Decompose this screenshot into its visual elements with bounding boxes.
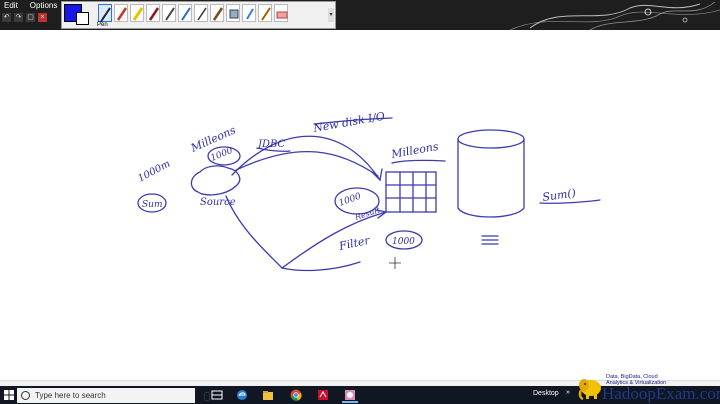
label-result: Result [353,205,382,222]
table-grid-lines [385,171,437,213]
arrow-lower [281,211,387,269]
result-table [385,171,437,213]
search-icon [21,391,30,400]
database-body [457,138,525,218]
edge-icon[interactable] [236,389,248,401]
toolbar-expand-icon[interactable]: » [566,389,570,396]
brush-icon[interactable] [210,4,224,22]
spray-icon[interactable] [242,4,256,22]
windows-start-icon[interactable] [2,387,16,403]
arrow-upper [235,151,379,177]
red-pen-icon[interactable] [114,4,128,22]
label-milleons-2: Milleons [389,140,440,161]
database-marks [481,235,499,245]
menu-options[interactable]: Options [28,1,60,10]
undo-icon[interactable]: ↶ [2,13,11,22]
label-filter: Filter [337,234,372,253]
blue-pen-icon[interactable] [178,4,192,22]
active-tool-label: Pen [97,22,108,28]
calligraphy-pen-icon[interactable] [258,4,272,22]
highlighter-icon[interactable] [130,4,144,22]
label-1000m: 1000m [136,159,172,185]
search-placeholder: Type here to search [35,391,106,400]
eraser-icon[interactable] [274,4,288,22]
annotation-toolbar: Edit Options ↶ ↷ ▢ × Pen ▾ [0,0,720,30]
toolbox-dropdown-icon[interactable]: ▾ [328,8,334,22]
curve-filter [281,261,361,272]
taskbar-search-box[interactable]: Type here to search [17,388,210,403]
task-view-icon[interactable] [211,389,223,401]
milleons-underline [391,159,446,164]
label-jdbc: JDBC [256,139,286,150]
microphone-icon[interactable] [204,392,210,401]
label-source: Source [200,197,236,208]
secondary-color-swatch[interactable] [76,12,89,25]
hadoopexam-watermark: Data, BigData, Cloud Analytics & Virtual… [576,372,720,404]
shape-tool-icon[interactable] [226,4,240,22]
pencil-icon[interactable] [162,4,176,22]
source-blob [190,165,241,196]
label-1000-low: 1000 [392,237,415,247]
menu-bar: Edit Options [2,1,59,10]
pen-tool-icon[interactable] [98,4,112,23]
pen-toolbox: Pen ▾ [61,1,336,29]
label-new-disk: New disk I/O [311,110,386,136]
chrome-icon[interactable] [290,389,302,401]
close-icon[interactable]: × [38,13,47,22]
marker-red-icon[interactable] [146,4,160,22]
label-sum-left: Sum [142,200,163,210]
active-app-indicator [342,401,358,403]
quick-actions: ↶ ↷ ▢ × [2,13,47,22]
redo-icon[interactable]: ↷ [14,13,23,22]
label-1000-mid: 1000 [338,191,363,208]
elephant-logo-icon [578,379,601,401]
database-top [457,129,525,149]
decorative-swirl [509,1,720,30]
clear-icon[interactable]: ▢ [26,13,35,22]
crosshair-cursor-icon [389,257,401,269]
app-icon[interactable] [344,389,356,401]
whiteboard-canvas[interactable]: 1000m Milleons 1000 New disk I/O JDBC Mi… [0,30,720,380]
desktop-toolbar-label[interactable]: Desktop [533,390,559,397]
label-1000-top: 1000 [209,146,234,164]
brand-name: HadoopExam.com [602,384,720,403]
label-sum-right: Sum() [542,186,577,204]
pdf-icon[interactable] [317,389,329,401]
file-explorer-icon[interactable] [262,389,274,401]
menu-edit[interactable]: Edit [2,1,20,10]
arrow-jdbc [231,135,381,181]
thin-pen-icon[interactable] [194,4,208,22]
